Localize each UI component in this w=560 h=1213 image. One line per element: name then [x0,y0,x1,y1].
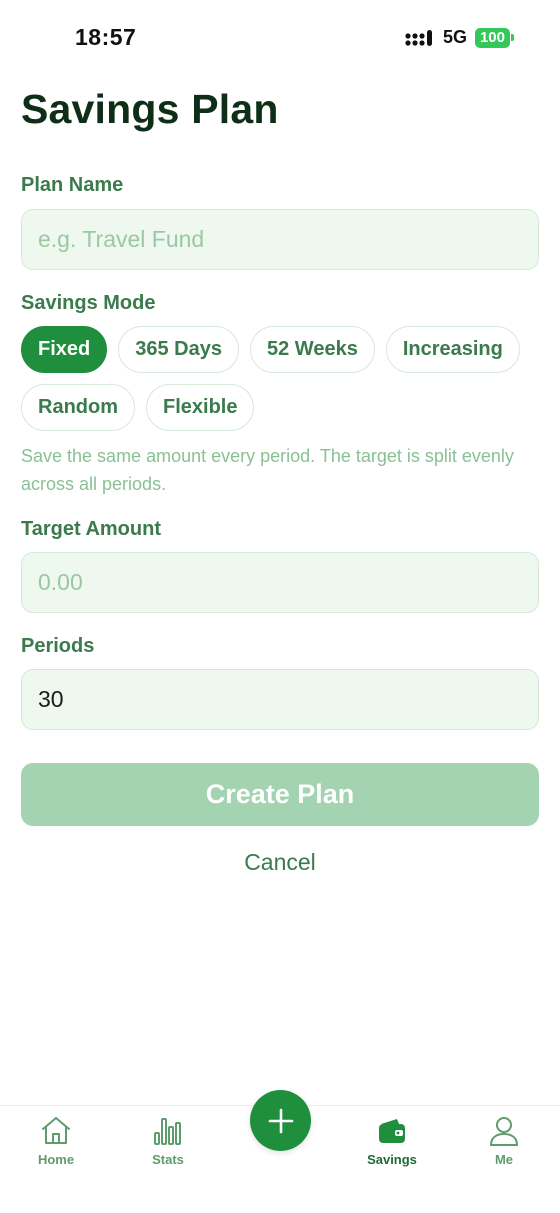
wallet-icon [379,1119,405,1143]
tab-savings[interactable]: Savings [347,1114,437,1167]
network-label: 5G [442,27,467,47]
status-time: 18:57 [75,24,137,50]
savings-mode-options-row-1: Fixed 365 Days 52 Weeks Increasing [21,326,520,373]
tab-home[interactable]: Home [11,1114,101,1167]
tab-me-label: Me [494,1152,514,1167]
tab-stats[interactable]: Stats [123,1114,213,1167]
tab-savings-label: Savings [367,1152,417,1167]
battery-tip [511,34,514,41]
status-indicators: 5G 100 [405,27,514,48]
savings-mode-options-row-2: Random Flexible [21,384,255,431]
tab-me[interactable]: Me [459,1114,549,1167]
plan-name-input[interactable] [21,209,539,270]
battery-level: 100 [474,27,510,48]
periods-label: Periods [21,635,95,657]
bar-chart-icon [154,1118,181,1145]
status-bar: 18:57 5G 100 [0,0,560,76]
mode-chip-fixed[interactable]: Fixed [21,326,108,373]
target-amount-input[interactable] [21,552,539,613]
plus-icon [268,1108,293,1133]
mode-chip-52-weeks[interactable]: 52 Weeks [250,326,375,373]
periods-input[interactable] [21,669,539,730]
mode-chip-flexible[interactable]: Flexible [146,384,255,431]
savings-mode-label: Savings Mode [21,292,156,314]
create-plan-button[interactable]: Create Plan [21,763,539,826]
home-icon [42,1117,70,1144]
battery-icon: 100 [474,27,514,48]
tab-home-label: Home [37,1152,75,1167]
target-amount-label: Target Amount [21,518,161,540]
mode-chip-365-days[interactable]: 365 Days [118,326,239,373]
plan-name-label: Plan Name [21,174,124,196]
page-title: Savings Plan [21,86,279,132]
cancel-button[interactable]: Cancel [200,845,360,879]
person-icon [489,1117,519,1146]
mode-chip-random[interactable]: Random [21,384,135,431]
tab-stats-label: Stats [152,1152,184,1167]
mode-description: Save the same amount every period. The t… [21,446,514,494]
mode-chip-increasing[interactable]: Increasing [385,326,520,373]
signal-icon [405,29,432,46]
add-button[interactable] [250,1090,311,1151]
